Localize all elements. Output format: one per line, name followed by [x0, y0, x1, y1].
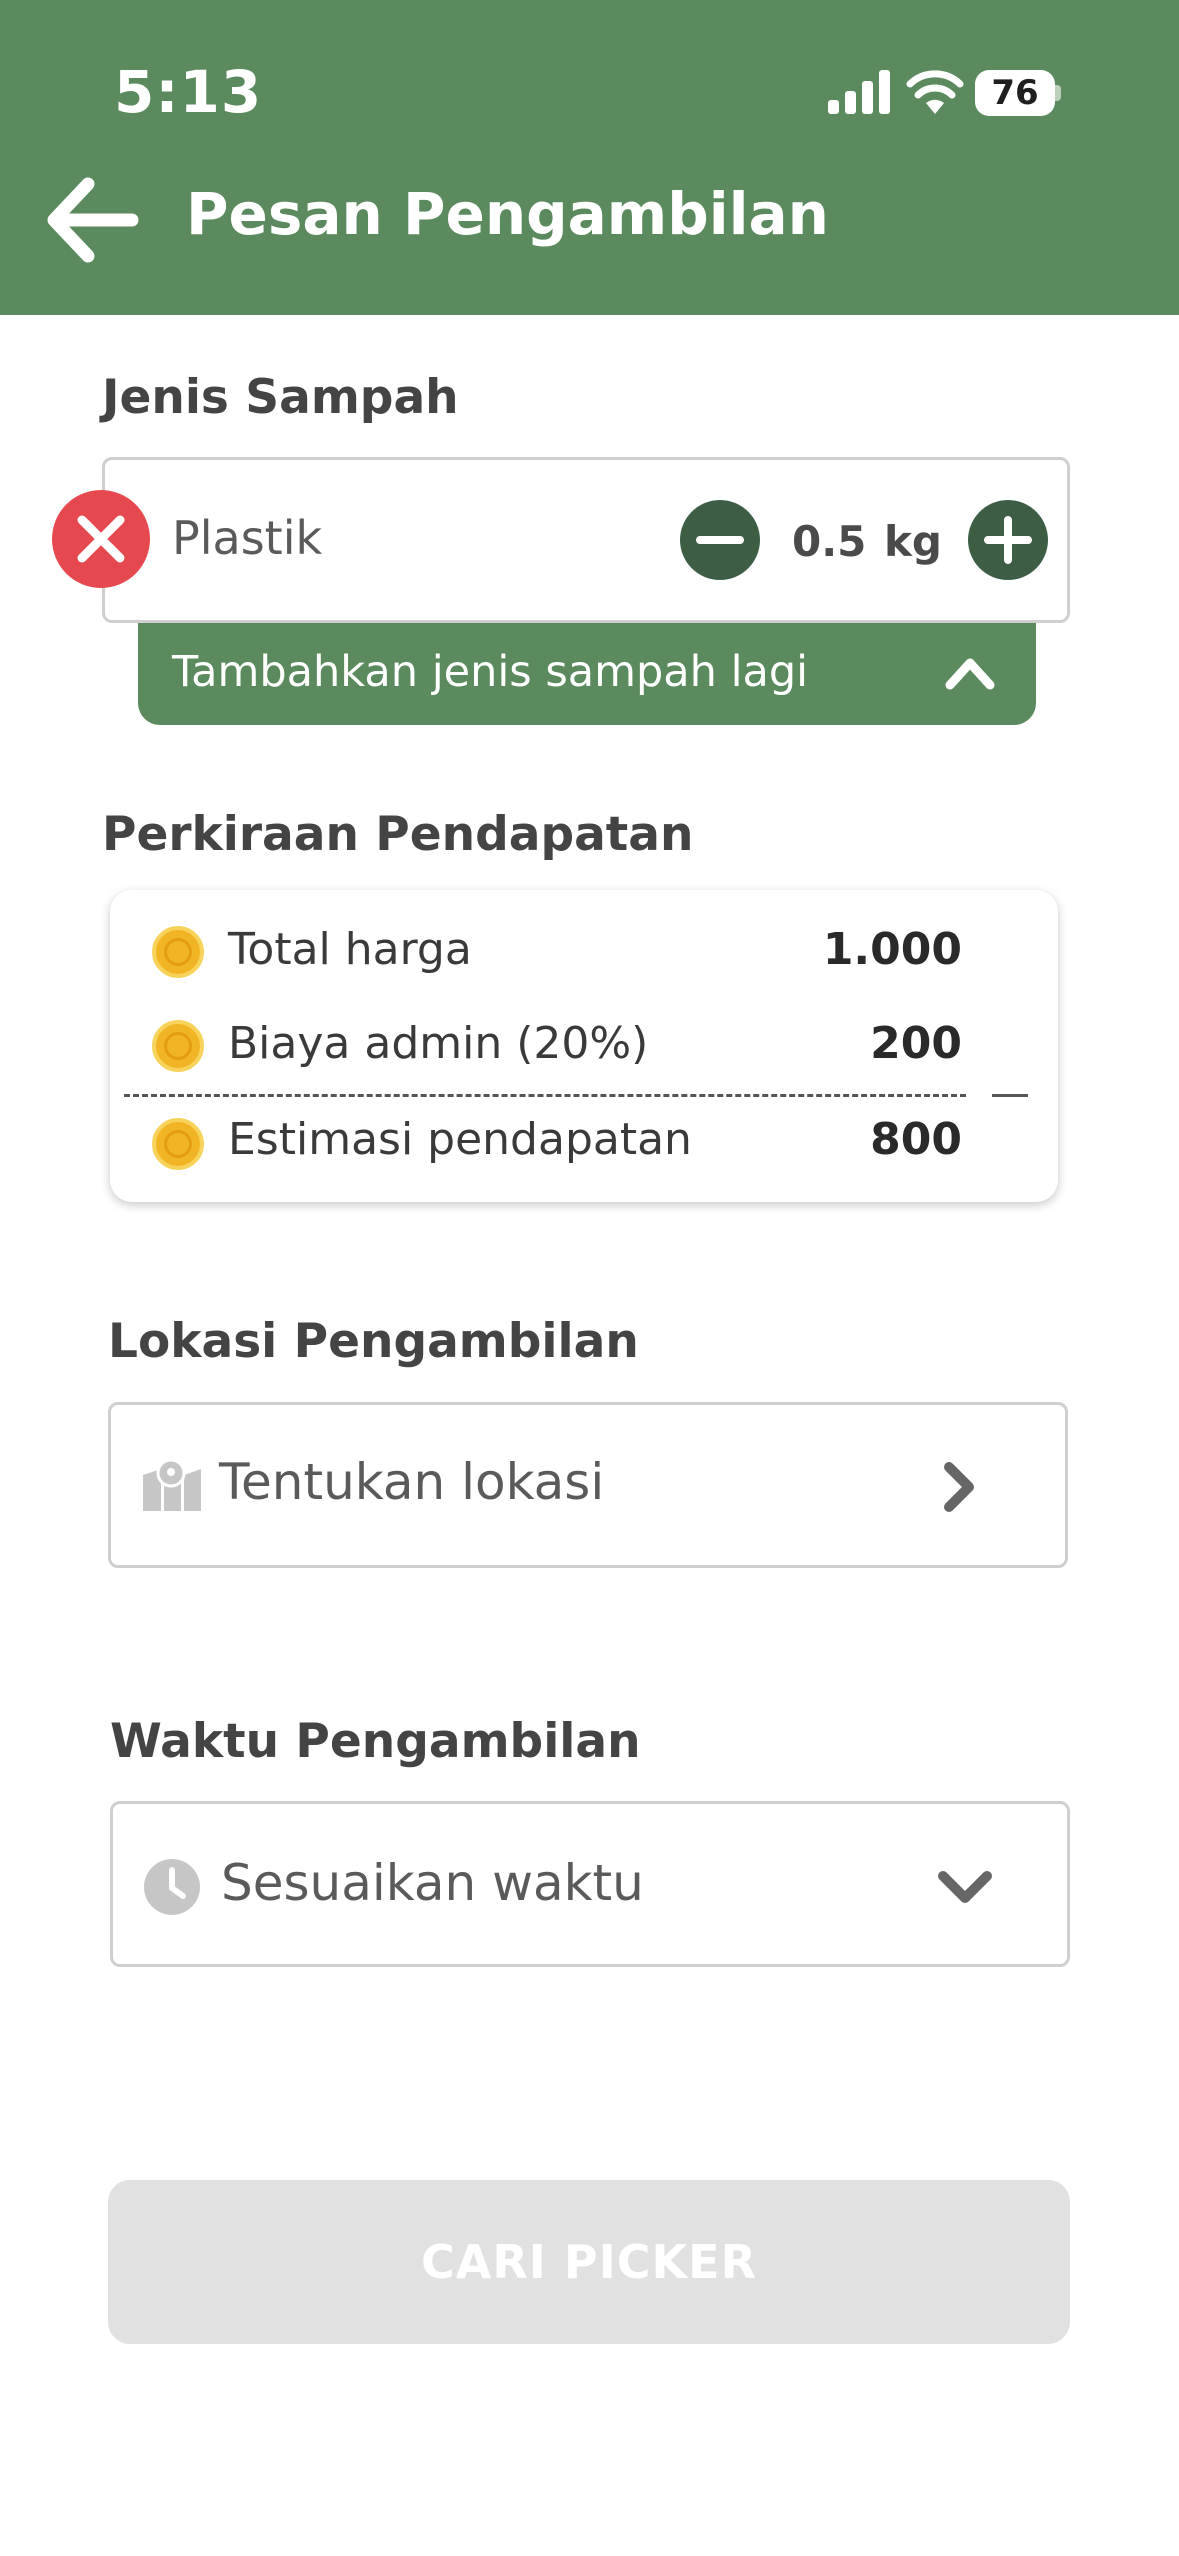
earnings-label: Estimasi pendapatan — [228, 1114, 692, 1165]
minus-icon — [696, 536, 744, 544]
coin-icon — [152, 1020, 204, 1072]
clock-icon — [144, 1859, 200, 1915]
quantity-value: 0.5 — [792, 517, 867, 566]
battery-indicator: 76 — [975, 70, 1061, 116]
decrease-quantity-button[interactable] — [680, 500, 760, 580]
wifi-icon — [906, 70, 964, 114]
earnings-label: Biaya admin (20%) — [228, 1018, 649, 1069]
pickup-location-heading: Lokasi Pengambilan — [108, 1314, 639, 1369]
coin-icon — [152, 926, 204, 978]
pickup-location-placeholder: Tentukan lokasi — [219, 1453, 605, 1511]
earnings-label: Total harga — [228, 924, 472, 975]
remove-item-button[interactable] — [52, 490, 150, 588]
status-time: 5:13 — [114, 58, 263, 126]
summary-divider — [124, 1094, 966, 1097]
plus-icon — [984, 516, 1032, 564]
app-header — [0, 0, 1179, 315]
close-icon — [77, 515, 125, 563]
earnings-heading: Perkiraan Pendapatan — [102, 807, 694, 862]
find-picker-button[interactable]: CARI PICKER — [108, 2180, 1070, 2344]
earnings-value: 200 — [870, 1018, 962, 1069]
add-waste-type-label: Tambahkan jenis sampah lagi — [172, 647, 809, 697]
chevron-right-icon — [944, 1462, 974, 1512]
chevron-up-icon — [945, 658, 995, 690]
chevron-down-icon — [938, 1871, 992, 1903]
add-waste-type-button[interactable]: Tambahkan jenis sampah lagi — [138, 623, 1036, 725]
back-button[interactable] — [44, 172, 144, 268]
battery-level: 76 — [991, 73, 1039, 113]
earnings-card: Total harga 1.000 Biaya admin (20%) 200 … — [110, 890, 1058, 1202]
waste-item-name: Plastik — [172, 511, 323, 565]
pickup-time-placeholder: Sesuaikan waktu — [221, 1854, 644, 1912]
earnings-value: 1.000 — [822, 924, 962, 975]
earnings-value: 800 — [870, 1114, 962, 1165]
arrow-left-icon — [47, 177, 139, 263]
page-title: Pesan Pengambilan — [186, 180, 829, 248]
cellular-signal-icon — [828, 70, 890, 114]
waste-type-heading: Jenis Sampah — [102, 370, 459, 425]
find-picker-label: CARI PICKER — [421, 2235, 757, 2289]
map-icon — [143, 1458, 201, 1511]
pickup-location-selector[interactable]: Tentukan lokasi — [108, 1402, 1068, 1568]
increase-quantity-button[interactable] — [968, 500, 1048, 580]
quantity-unit: kg — [884, 517, 942, 566]
pickup-time-heading: Waktu Pengambilan — [110, 1714, 641, 1769]
pickup-time-selector[interactable]: Sesuaikan waktu — [110, 1801, 1070, 1967]
subtract-sign — [992, 1094, 1028, 1097]
coin-icon — [152, 1118, 204, 1170]
